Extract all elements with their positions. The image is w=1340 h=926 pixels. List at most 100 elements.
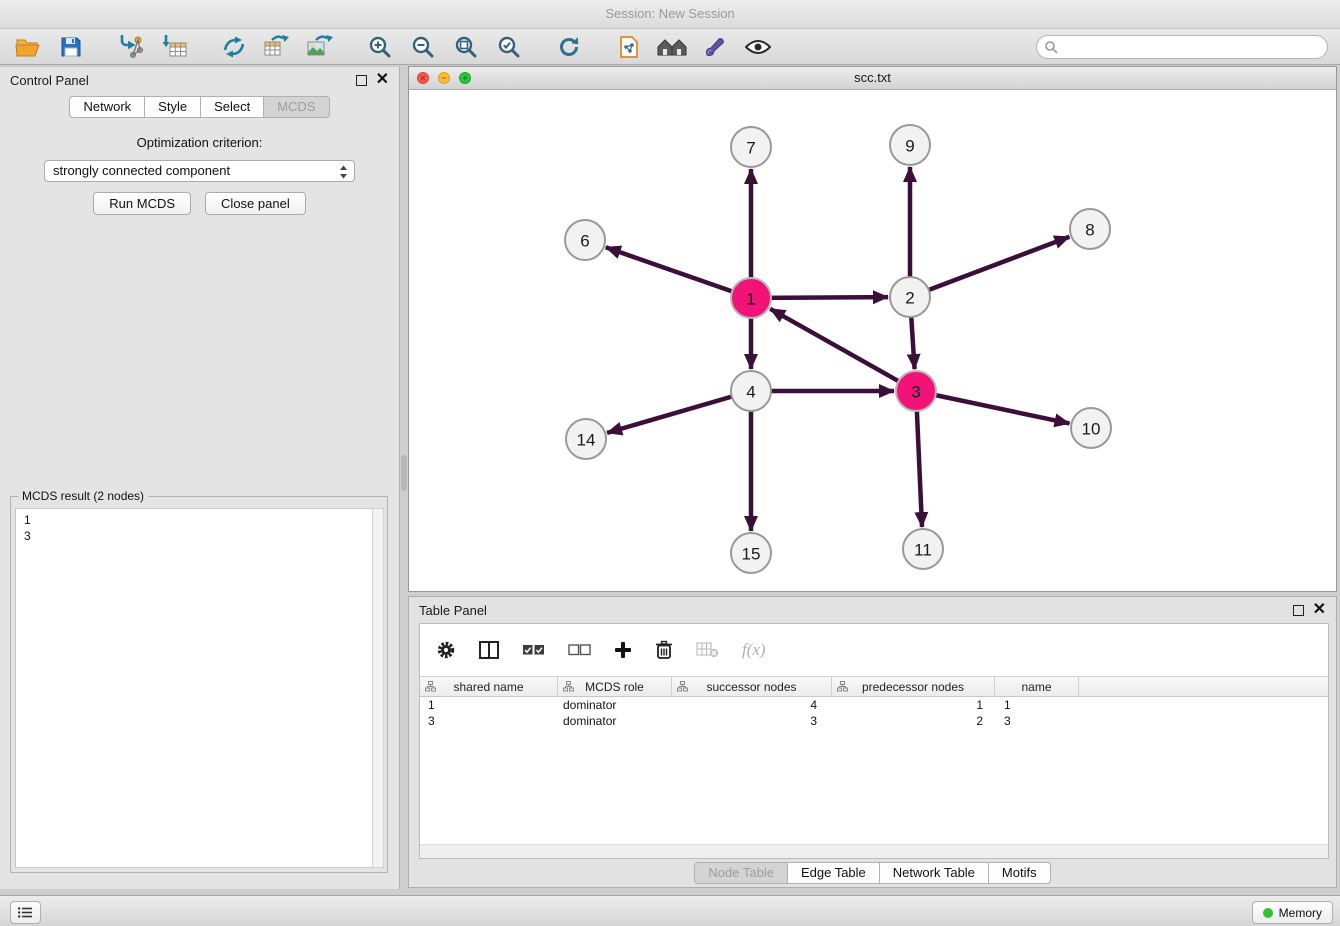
tab-motifs[interactable]: Motifs [988, 862, 1051, 884]
mcds-result-list[interactable]: 1 3 [15, 508, 374, 868]
open-file-button[interactable] [12, 32, 44, 62]
table-horizontal-scrollbar[interactable] [420, 844, 1328, 858]
column-header-name[interactable]: name [995, 677, 1079, 696]
cell-mcds-role[interactable]: dominator [558, 714, 672, 728]
control-panel-close-icon[interactable]: ✕ [376, 74, 389, 86]
graph-node-4[interactable]: 4 [731, 371, 771, 411]
tab-style[interactable]: Style [144, 96, 201, 118]
cell-name[interactable]: 1 [995, 698, 1079, 712]
cell-predecessor-nodes[interactable]: 1 [832, 698, 995, 712]
export-table-button[interactable] [261, 32, 293, 62]
function-builder-button[interactable]: f(x) [742, 640, 766, 660]
task-history-button[interactable] [10, 901, 41, 924]
graph-edge-1-6[interactable] [606, 247, 751, 298]
graph-node-8[interactable]: 8 [1070, 209, 1110, 249]
column-label: MCDS role [585, 680, 644, 694]
optimization-criterion-select[interactable]: strongly connected component [44, 160, 355, 182]
tab-mcds[interactable]: MCDS [263, 96, 329, 118]
table-row[interactable]: 3 dominator 3 2 3 [420, 713, 1328, 729]
network-view-window: × − + scc.txt 7968124314101511 [408, 66, 1337, 592]
main-toolbar [0, 29, 1340, 65]
traffic-lights: × − + [417, 72, 471, 84]
graph-edge-2-8[interactable] [910, 237, 1069, 297]
graph-node-11[interactable]: 11 [903, 529, 943, 569]
close-panel-button[interactable]: Close panel [205, 192, 306, 215]
optimization-criterion-label: Optimization criterion: [0, 135, 399, 150]
delete-column-button[interactable] [655, 640, 673, 660]
zoom-fit-icon [454, 35, 478, 59]
plus-icon [614, 641, 632, 659]
zoom-fit-button[interactable] [450, 32, 482, 62]
export-network-button[interactable] [218, 32, 250, 62]
graph-node-15[interactable]: 15 [731, 533, 771, 573]
graph-edge-3-1[interactable] [770, 309, 916, 391]
tab-select[interactable]: Select [200, 96, 264, 118]
table-settings-button[interactable] [436, 640, 456, 660]
zoom-selected-button[interactable] [493, 32, 525, 62]
show-hide-graphics-button[interactable] [742, 32, 774, 62]
graph-node-10[interactable]: 10 [1071, 408, 1111, 448]
vertical-splitter-handle[interactable] [401, 455, 407, 491]
close-window-icon[interactable]: × [417, 72, 429, 84]
column-header-shared-name[interactable]: shared name [420, 677, 558, 696]
tab-network[interactable]: Network [69, 96, 145, 118]
cell-successor-nodes[interactable]: 3 [672, 714, 832, 728]
add-column-button[interactable] [614, 641, 632, 659]
tab-edge-table[interactable]: Edge Table [787, 862, 880, 884]
svg-text:1: 1 [746, 290, 755, 309]
minimize-window-icon[interactable]: − [438, 72, 450, 84]
cell-shared-name[interactable]: 3 [420, 714, 558, 728]
deselect-all-columns-button[interactable] [568, 644, 591, 656]
cell-name[interactable]: 3 [995, 714, 1079, 728]
column-label: shared name [453, 680, 523, 694]
table-panel-float-icon[interactable] [1293, 605, 1304, 616]
memory-button[interactable]: Memory [1252, 901, 1333, 924]
graph-node-9[interactable]: 9 [890, 125, 930, 165]
tab-network-table[interactable]: Network Table [879, 862, 989, 884]
table-panel-close-icon[interactable]: ✕ [1313, 604, 1326, 616]
run-mcds-button[interactable]: Run MCDS [93, 192, 191, 215]
save-session-button[interactable] [55, 32, 87, 62]
cell-mcds-role[interactable]: dominator [558, 698, 672, 712]
cell-shared-name[interactable]: 1 [420, 698, 558, 712]
network-graph[interactable]: 7 9 6 8 1 2 4 3 14 10 15 11 [409, 89, 1336, 591]
graph-node-14[interactable]: 14 [566, 419, 606, 459]
graph-node-7[interactable]: 7 [731, 127, 771, 167]
graph-node-1[interactable]: 1 [731, 278, 771, 318]
zoom-out-button[interactable] [407, 32, 439, 62]
control-panel-float-icon[interactable] [356, 75, 367, 86]
graph-edge-4-14[interactable] [607, 391, 751, 433]
apply-style-button[interactable] [699, 32, 731, 62]
graph-node-6[interactable]: 6 [565, 220, 605, 260]
select-all-columns-button[interactable] [522, 644, 545, 656]
svg-text:15: 15 [742, 545, 761, 564]
cell-successor-nodes[interactable]: 4 [672, 698, 832, 712]
import-network-button[interactable] [115, 32, 147, 62]
table-row[interactable]: 1 dominator 4 1 1 [420, 697, 1328, 713]
mcds-result-scrollbar[interactable] [372, 508, 384, 868]
graph-node-2[interactable]: 2 [890, 277, 930, 317]
cell-predecessor-nodes[interactable]: 2 [832, 714, 995, 728]
refresh-icon [557, 35, 581, 59]
network-document-button[interactable] [613, 32, 645, 62]
search-input[interactable] [1036, 35, 1328, 59]
refresh-layout-button[interactable] [553, 32, 585, 62]
show-columns-button[interactable] [479, 641, 499, 659]
graph-node-3[interactable]: 3 [896, 371, 936, 411]
graph-edge-3-10[interactable] [916, 391, 1069, 423]
maximize-window-icon[interactable]: + [459, 72, 471, 84]
columns-icon [479, 641, 499, 659]
home-layout-button[interactable] [656, 32, 688, 62]
zoom-in-button[interactable] [364, 32, 396, 62]
column-header-predecessor-nodes[interactable]: predecessor nodes [832, 677, 995, 696]
column-header-filler [1079, 677, 1328, 696]
delete-table-button[interactable] [696, 642, 719, 658]
column-header-mcds-role[interactable]: MCDS role [558, 677, 672, 696]
control-panel-header: Control Panel ✕ [0, 67, 399, 93]
import-table-button[interactable] [158, 32, 190, 62]
tab-node-table[interactable]: Node Table [694, 862, 788, 884]
zoom-selected-icon [497, 35, 521, 59]
column-header-successor-nodes[interactable]: successor nodes [672, 677, 832, 696]
export-image-button[interactable] [304, 32, 336, 62]
eye-icon [745, 39, 771, 55]
